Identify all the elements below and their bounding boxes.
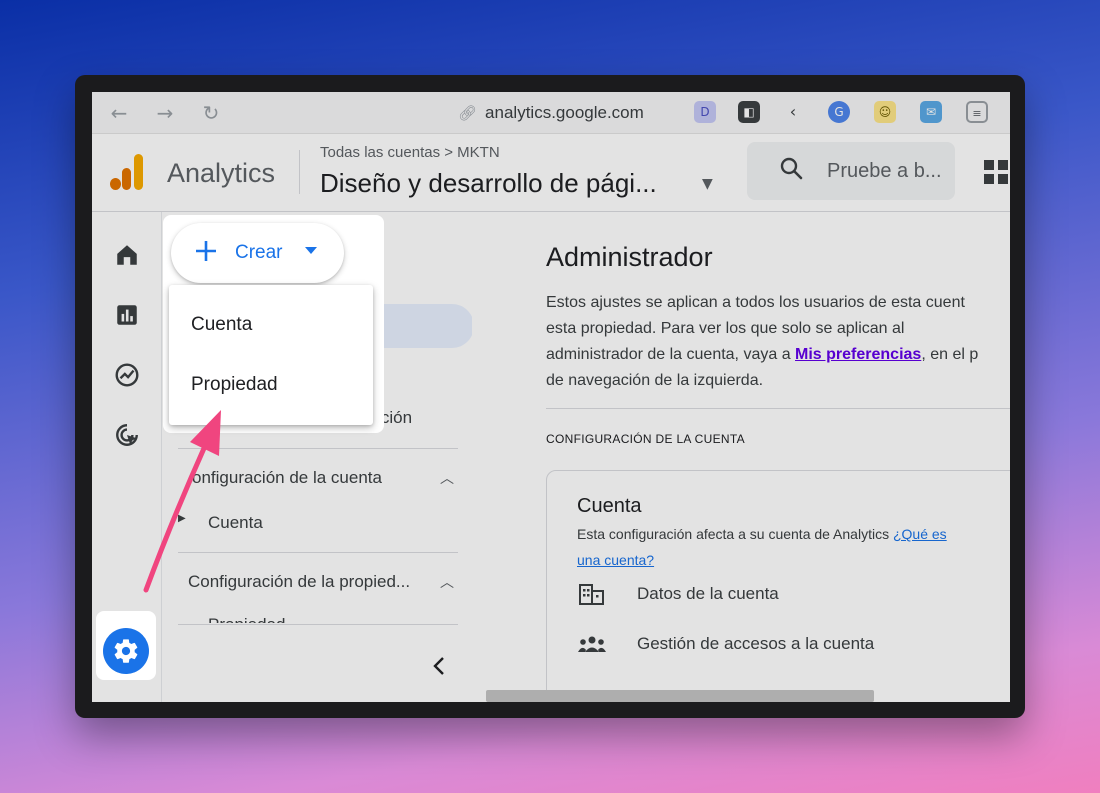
menu-item-property[interactable]: Propiedad — [191, 374, 278, 396]
create-dropdown-menu: Cuenta Propiedad — [169, 285, 373, 425]
caret-down-icon — [305, 247, 317, 254]
admin-settings-button[interactable] — [103, 628, 149, 674]
create-button[interactable]: Crear — [171, 223, 344, 283]
create-button-label: Crear — [235, 242, 283, 263]
gear-icon — [114, 639, 138, 663]
menu-item-account[interactable]: Cuenta — [191, 314, 252, 336]
plus-icon — [196, 241, 216, 261]
